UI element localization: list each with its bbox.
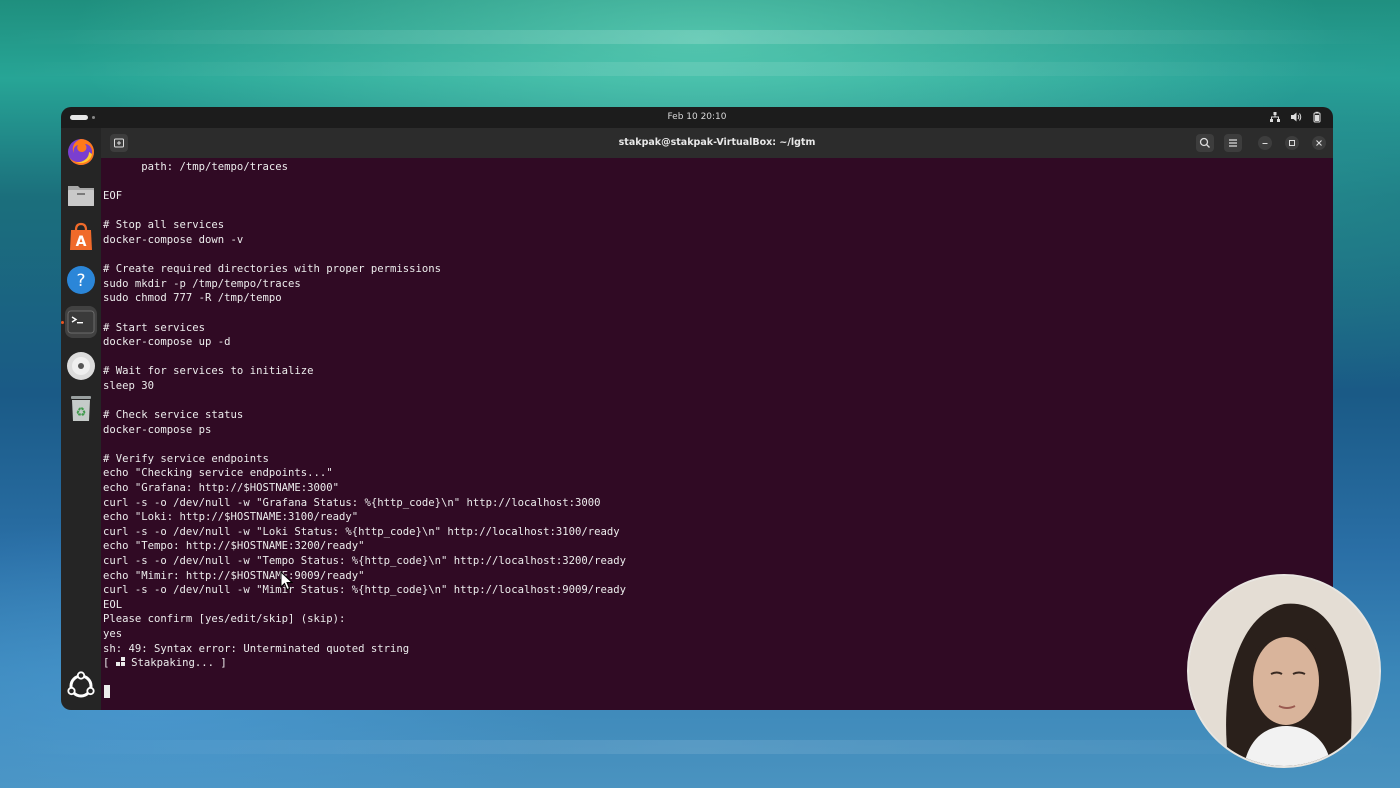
search-icon (1199, 137, 1210, 148)
disc-icon[interactable] (65, 350, 97, 382)
app-center-icon[interactable]: A (65, 221, 97, 253)
volume-icon[interactable] (1290, 111, 1302, 123)
trash-icon[interactable]: ♻ (65, 392, 97, 424)
spinner-prefix: [ (103, 657, 116, 670)
terminal-line: curl -s -o /dev/null -w "Loki Status: %{… (103, 525, 620, 538)
terminal-output[interactable]: path: /tmp/tempo/traces EOF # Stop all ser… (103, 158, 1323, 708)
window-title: stakpak@stakpak-VirtualBox: ~/lgtm (618, 137, 816, 148)
svg-text:?: ? (76, 271, 85, 291)
terminal-line: # Check service status (103, 409, 244, 422)
terminal-line: echo "Loki: http://$HOSTNAME:3100/ready" (103, 511, 359, 524)
wallpaper-streak (0, 62, 1400, 76)
terminal-line: curl -s -o /dev/null -w "Grafana Status:… (103, 496, 601, 509)
svg-text:A: A (76, 234, 87, 250)
terminal-cursor (104, 685, 110, 698)
terminal-line: # Start services (103, 321, 206, 334)
running-indicator (61, 321, 64, 324)
minimize-icon (1262, 143, 1268, 144)
terminal-line: echo "Checking service endpoints..." (103, 467, 333, 480)
terminal-line: docker-compose ps (103, 423, 212, 436)
maximize-icon (1289, 140, 1295, 146)
terminal-line: sudo mkdir -p /tmp/tempo/traces (103, 277, 301, 290)
terminal-line: # Wait for services to initialize (103, 365, 314, 378)
mouse-pointer-icon (280, 571, 294, 591)
terminal-line: sh: 49: Syntax error: Unterminated quote… (103, 642, 410, 655)
files-icon[interactable] (65, 179, 97, 211)
clock[interactable]: Feb 10 20:10 (61, 112, 1333, 122)
window-titlebar[interactable]: stakpak@stakpak-VirtualBox: ~/lgtm (101, 128, 1333, 158)
system-tray[interactable] (1269, 111, 1323, 123)
terminal-line: # Stop all services (103, 219, 225, 232)
close-icon (1316, 140, 1322, 146)
spinner-icon (115, 657, 125, 667)
close-button[interactable] (1312, 136, 1326, 150)
minimize-button[interactable] (1258, 136, 1272, 150)
menu-button[interactable] (1224, 134, 1242, 152)
network-icon[interactable] (1269, 111, 1281, 123)
terminal-window: stakpak@stakpak-VirtualBox: ~/lgtm path:… (101, 128, 1333, 710)
terminal-line: curl -s -o /dev/null -w "Tempo Status: %… (103, 555, 626, 568)
terminal-line: EOF (103, 190, 123, 203)
terminal-line: Please confirm [yes/edit/skip] (skip): (103, 613, 346, 626)
maximize-button[interactable] (1285, 136, 1299, 150)
terminal-line: echo "Tempo: http://$HOSTNAME:3200/ready… (103, 540, 365, 553)
terminal-status-line: [ Stakpaking... ] (103, 656, 1323, 671)
wallpaper-streak (0, 30, 1400, 44)
firefox-icon[interactable] (65, 136, 97, 168)
terminal-line: yes (103, 628, 123, 640)
search-button[interactable] (1196, 134, 1214, 152)
terminal-line: sleep 30 (103, 379, 155, 392)
terminal-line: docker-compose down -v (103, 233, 244, 246)
presenter-photo (1189, 576, 1379, 766)
terminal-icon[interactable] (65, 306, 97, 338)
system-top-bar: Feb 10 20:10 (61, 107, 1333, 128)
terminal-line: EOL (103, 598, 123, 611)
terminal-line: path: /tmp/tempo/traces (103, 161, 288, 173)
help-icon[interactable]: ? (65, 264, 97, 296)
terminal-line: docker-compose up -d (103, 336, 231, 349)
terminal-line: # Verify service endpoints (103, 452, 269, 465)
svg-text:♻: ♻ (76, 405, 87, 419)
terminal-line: # Create required directories with prope… (103, 263, 442, 276)
spinner-text: Stakpaking... ] (124, 657, 227, 670)
webcam-overlay (1187, 574, 1381, 768)
hamburger-menu-icon (1229, 139, 1237, 147)
wallpaper-streak (0, 740, 1400, 754)
terminal-line: echo "Grafana: http://$HOSTNAME:3000" (103, 482, 339, 495)
show-apps-icon[interactable] (65, 670, 97, 702)
terminal-line: sudo chmod 777 -R /tmp/tempo (103, 292, 282, 305)
dock: A ? ♻ (61, 128, 101, 710)
battery-icon[interactable] (1311, 111, 1323, 123)
